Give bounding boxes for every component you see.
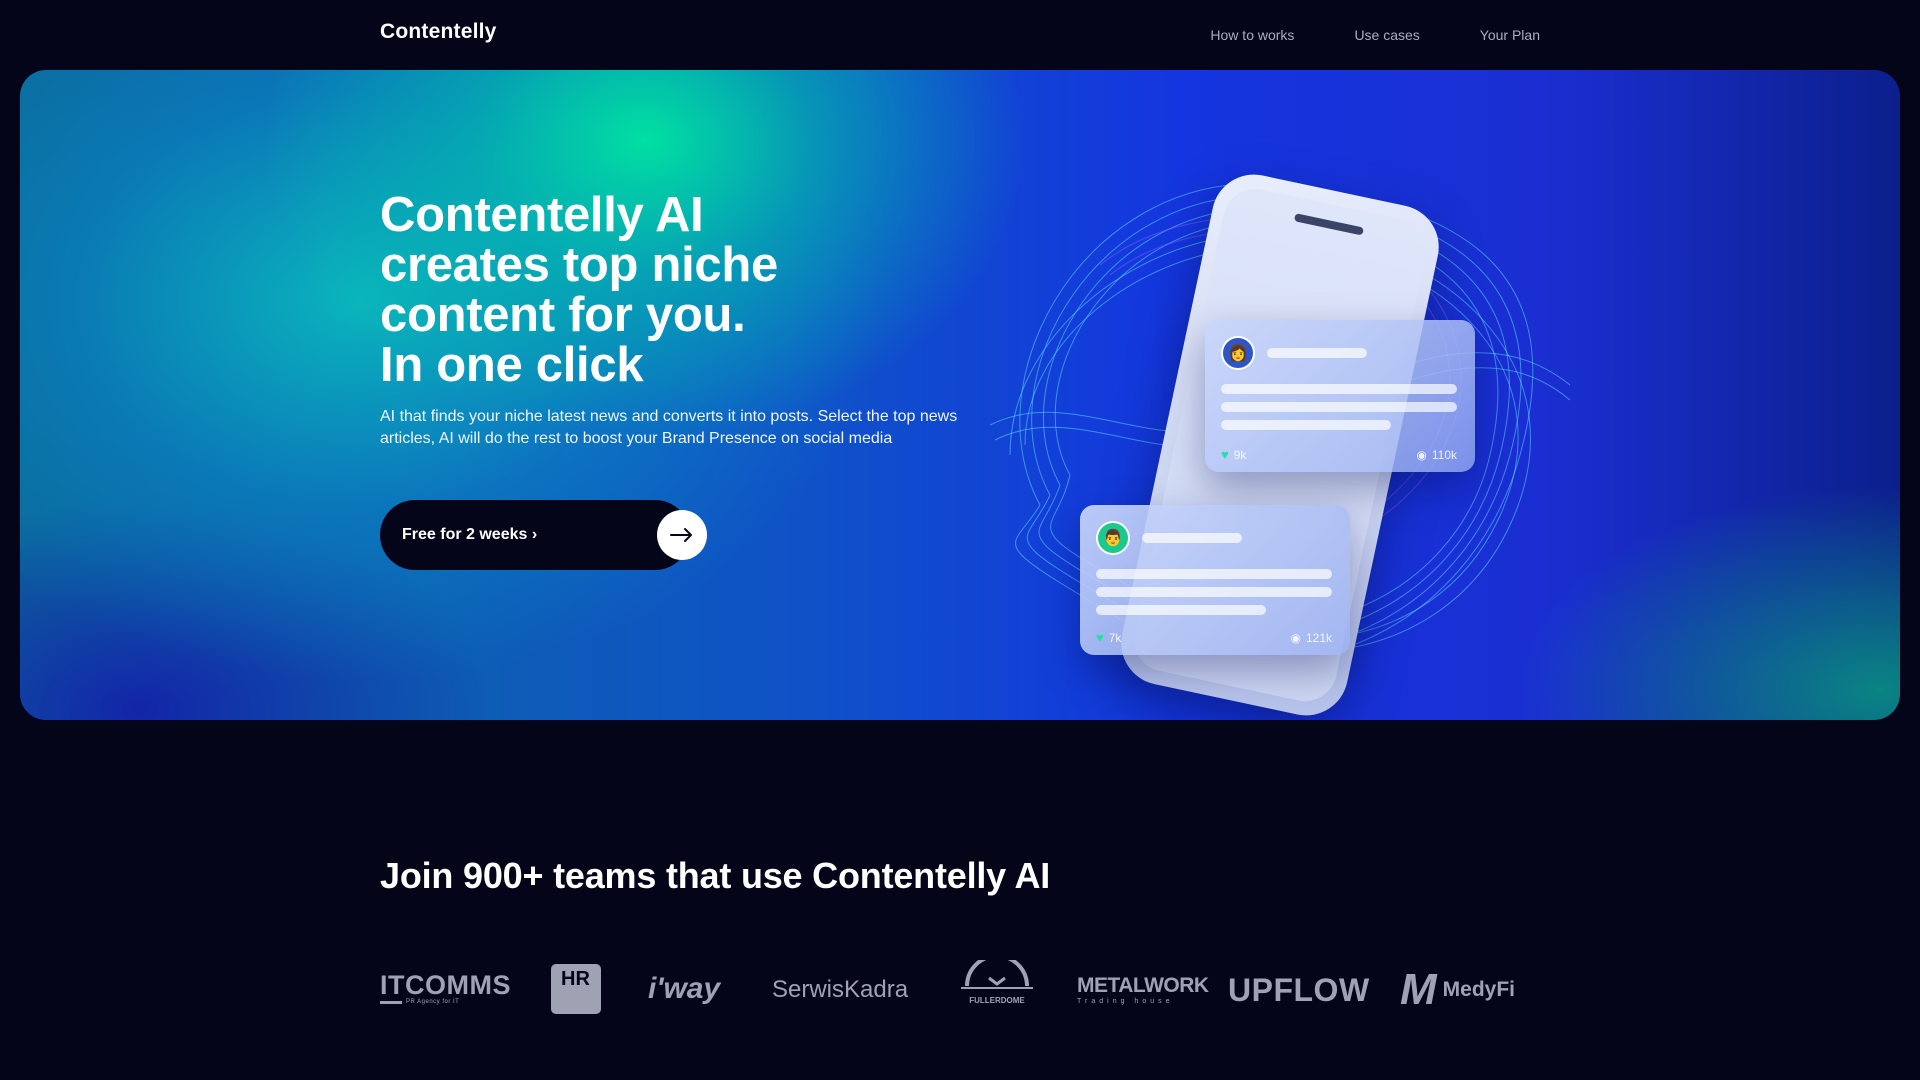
hero-subtitle: AI that finds your niche latest news and…	[380, 408, 958, 447]
brand-logo[interactable]: Contentelly	[380, 20, 497, 44]
post-card: 👩 ♥ 9k ◉ 110k	[1205, 320, 1475, 472]
heart-icon: ♥	[1221, 447, 1229, 462]
text-placeholder	[1096, 569, 1332, 579]
top-navigation-bar: Contentelly How to works Use cases Your …	[0, 0, 1920, 70]
nav-your-plan[interactable]: Your Plan	[1480, 27, 1540, 43]
views-count: ◉ 121k	[1290, 631, 1332, 645]
text-placeholder	[1096, 605, 1266, 615]
logo-iway: i'way	[648, 972, 721, 1005]
hero-title: Contentelly AI creates top niche content…	[380, 190, 900, 390]
eye-icon: ◉	[1416, 448, 1427, 462]
main-nav: How to works Use cases Your Plan	[1210, 27, 1540, 43]
likes-count: ♥ 7k	[1096, 630, 1122, 645]
heart-icon: ♥	[1096, 630, 1104, 645]
logo-serwiskadra: SerwisKadra	[772, 976, 909, 1003]
logo-metalwork: METALWORK Trading house	[1077, 974, 1209, 1005]
text-placeholder	[1267, 348, 1367, 358]
text-placeholder	[1221, 384, 1457, 394]
logo-upflow: UPFLOW	[1228, 972, 1370, 1008]
dome-icon	[961, 954, 1033, 989]
text-placeholder	[1221, 420, 1391, 430]
free-trial-button[interactable]: Free for 2 weeks ›	[380, 500, 707, 570]
logo-medyfi: M MedyFi	[1400, 965, 1515, 1014]
free-trial-label: Free for 2 weeks ›	[402, 526, 538, 543]
hero-title-line: creates top niche	[380, 238, 778, 292]
logo-fullerdome: FULLERDOME	[961, 954, 1033, 1005]
client-logos-row: ITCOMMS PR Agency for IT HR ED i'way Ser…	[380, 954, 1540, 1020]
logo-hred: HR ED	[551, 964, 653, 1014]
avatar: 👨	[1096, 521, 1130, 555]
medyfi-mark-icon: M	[1400, 965, 1437, 1014]
likes-count: ♥ 9k	[1221, 447, 1247, 462]
teams-heading: Join 900+ teams that use Contentelly AI	[380, 855, 1051, 896]
phone-notch	[1293, 213, 1365, 236]
phone-illustration: 👩 ♥ 9k ◉ 110k 👨 ♥ 7k ◉ 121k	[950, 125, 1590, 720]
logo-itcomms: ITCOMMS PR Agency for IT	[380, 970, 511, 1005]
hero-section: Contentelly AI creates top niche content…	[20, 70, 1900, 720]
hero-title-line: content for you.	[380, 288, 746, 342]
nav-how-it-works[interactable]: How to works	[1210, 27, 1294, 43]
text-placeholder	[1221, 402, 1457, 412]
hero-title-line: Contentelly AI	[380, 188, 704, 242]
avatar: 👩	[1221, 336, 1255, 370]
text-placeholder	[1142, 533, 1242, 543]
nav-use-cases[interactable]: Use cases	[1354, 27, 1419, 43]
eye-icon: ◉	[1290, 631, 1301, 645]
text-placeholder	[1096, 587, 1332, 597]
post-card: 👨 ♥ 7k ◉ 121k	[1080, 505, 1350, 655]
arrow-right-icon[interactable]	[657, 510, 707, 560]
views-count: ◉ 110k	[1416, 448, 1457, 462]
hero-title-line: In one click	[380, 338, 644, 392]
